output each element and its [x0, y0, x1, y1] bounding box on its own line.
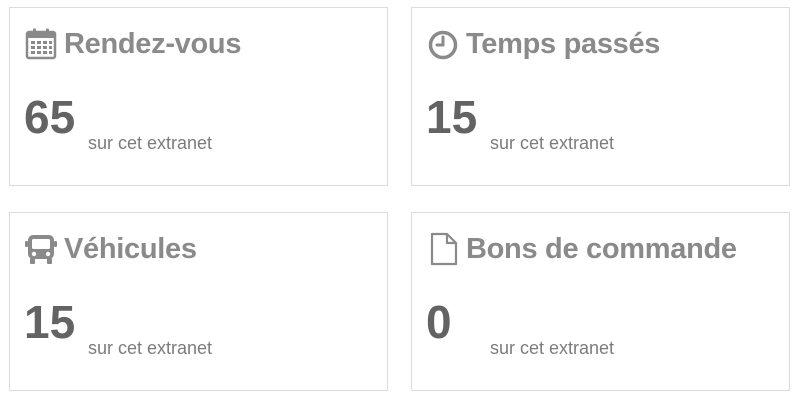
card-header: Temps passés: [426, 26, 660, 62]
document-icon: [426, 232, 460, 266]
card-subtitle: sur cet extranet: [88, 338, 213, 358]
card-subtitle: sur cet extranet: [490, 338, 615, 358]
calendar-icon: [24, 27, 58, 61]
card-count: 0: [426, 296, 452, 348]
stat-card-rendez-vous[interactable]: Rendez-vous 65 sur cet extranet: [9, 7, 388, 186]
card-header: Bons de commande: [426, 231, 737, 267]
card-count: 15: [24, 296, 76, 348]
card-subtitle: sur cet extranet: [88, 133, 213, 153]
card-title: Rendez-vous: [64, 27, 242, 60]
card-count: 15: [426, 91, 478, 143]
card-title: Véhicules: [64, 232, 197, 265]
card-header: Véhicules: [24, 231, 197, 267]
bus-icon: [24, 232, 58, 266]
card-title: Bons de commande: [466, 232, 737, 265]
card-header: Rendez-vous: [24, 26, 241, 62]
clock-icon: [426, 27, 460, 61]
stat-card-bons-de-commande[interactable]: Bons de commande 0 sur cet extranet: [411, 212, 790, 391]
stat-card-temps-passes[interactable]: Temps passés 15 sur cet extranet: [411, 7, 790, 186]
card-count: 65: [24, 91, 76, 143]
card-title: Temps passés: [466, 27, 661, 60]
card-subtitle: sur cet extranet: [490, 133, 615, 153]
stat-card-vehicules[interactable]: Véhicules 15 sur cet extranet: [9, 212, 388, 391]
